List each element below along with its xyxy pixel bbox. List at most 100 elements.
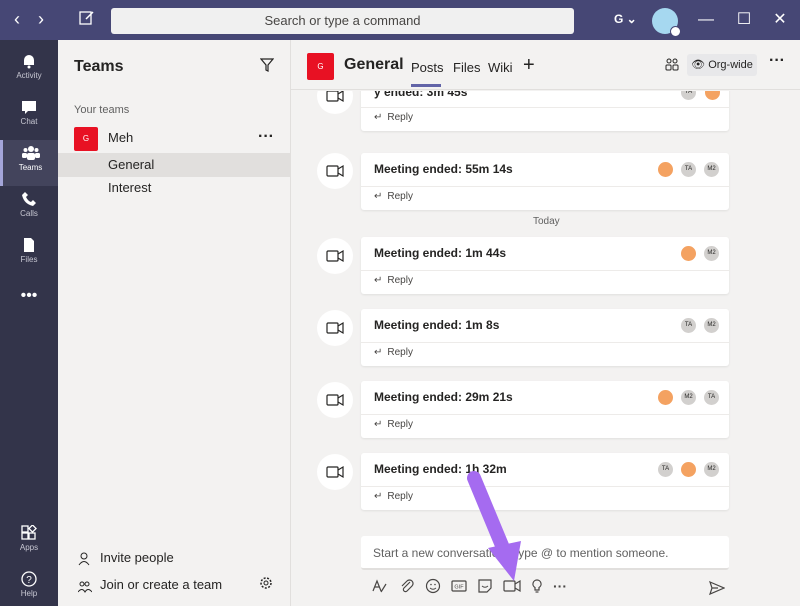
reply-button[interactable]: ↵ Reply — [374, 191, 413, 202]
reply-arrow-icon: ↵ — [374, 191, 383, 202]
reply-button[interactable]: ↵ Reply — [374, 491, 413, 502]
meeting-camera-icon — [317, 91, 353, 114]
phone-icon — [22, 192, 36, 206]
join-create-team-link[interactable]: Join or create a team — [77, 577, 223, 593]
reply-arrow-icon: ↵ — [374, 491, 383, 502]
conversation-feed: y ended: 3m 45s TA ↵ Reply Meeting ended:… — [291, 91, 800, 531]
team-name[interactable]: Meh — [108, 130, 133, 145]
participant-avatar-photo — [658, 390, 673, 405]
message-title: Meeting ended: 1m 44s — [374, 246, 507, 260]
more-options-icon[interactable]: ··· — [769, 52, 785, 70]
status-indicator-icon — [670, 26, 681, 37]
more-apps-button[interactable]: ••• — [0, 286, 58, 332]
more-tools-icon[interactable]: ··· — [553, 578, 571, 596]
app-chat[interactable]: Chat — [0, 94, 58, 140]
reply-button[interactable]: ↵ Reply — [374, 112, 413, 123]
meet-now-icon[interactable] — [503, 578, 521, 596]
meeting-camera-icon — [317, 310, 353, 346]
search-input[interactable]: Search or type a command — [111, 8, 574, 34]
gif-icon[interactable]: GIF — [451, 578, 469, 596]
meeting-camera-icon — [317, 153, 353, 189]
forward-arrow-icon[interactable]: › — [30, 8, 52, 32]
participant-avatar: TA — [681, 318, 696, 333]
message-card[interactable]: Meeting ended: 1m 44s M2 ↵ Reply — [361, 237, 729, 294]
panel-title: Teams — [74, 58, 124, 75]
team-more-options-icon[interactable]: ··· — [258, 128, 274, 146]
user-avatar[interactable] — [652, 8, 681, 37]
app-help[interactable]: ? Help — [0, 566, 58, 606]
tenant-switcher[interactable]: G ⌄ — [614, 12, 637, 26]
date-separator: Today — [533, 216, 560, 227]
meeting-camera-icon — [317, 454, 353, 490]
channel-title: General — [344, 56, 404, 73]
settings-gear-icon[interactable] — [258, 575, 274, 596]
svg-text:GIF: GIF — [454, 585, 464, 591]
filter-icon[interactable] — [259, 58, 275, 77]
app-files[interactable]: Files — [0, 232, 58, 278]
teams-panel: Teams Your teams G Meh ··· General Inter… — [58, 40, 291, 606]
reply-label: Reply — [387, 275, 413, 286]
emoji-icon[interactable] — [425, 578, 443, 596]
card-divider — [361, 107, 729, 108]
back-arrow-icon[interactable]: ‹ — [6, 8, 28, 32]
reply-button[interactable]: ↵ Reply — [374, 275, 413, 286]
bell-icon — [24, 55, 34, 69]
participant-avatar-photo — [705, 91, 720, 100]
message-card[interactable]: y ended: 3m 45s TA ↵ Reply — [361, 91, 729, 131]
compose-input[interactable]: Start a new conversation. Type @ to ment… — [361, 536, 729, 570]
meeting-camera-icon — [317, 382, 353, 418]
tab-wiki[interactable]: Wiki — [488, 60, 513, 75]
card-divider — [361, 270, 729, 271]
message-title: y ended: 3m 45s — [374, 91, 468, 99]
message-card[interactable]: Meeting ended: 1h 32m TA M2 ↵ Reply — [361, 453, 729, 510]
app-label: Chat — [20, 117, 38, 126]
orgwide-label: Org-wide — [708, 59, 753, 71]
team-members-icon[interactable] — [665, 57, 679, 76]
participant-avatar: M2 — [704, 462, 719, 477]
app-activity[interactable]: Activity — [0, 48, 58, 94]
tab-files[interactable]: Files — [453, 60, 480, 75]
message-title: Meeting ended: 1h 32m — [374, 462, 507, 476]
participant-avatar-photo — [681, 462, 696, 477]
app-calls[interactable]: Calls — [0, 186, 58, 232]
section-label: Your teams — [74, 104, 130, 116]
message-card[interactable]: Meeting ended: 1m 8s TA M2 ↵ Reply — [361, 309, 729, 366]
sticker-icon[interactable] — [477, 578, 495, 596]
compose-icon[interactable] — [78, 9, 100, 31]
reply-label: Reply — [387, 491, 413, 502]
org-wide-badge[interactable]: 👁 Org-wide — [687, 54, 757, 76]
format-icon[interactable] — [371, 578, 389, 596]
add-tab-icon[interactable]: + — [523, 54, 535, 77]
send-icon[interactable] — [709, 580, 726, 601]
message-title: Meeting ended: 1m 8s — [374, 318, 500, 332]
reply-label: Reply — [387, 347, 413, 358]
eye-icon: 👁 — [691, 59, 706, 71]
maximize-icon[interactable]: ☐ — [734, 10, 754, 30]
minimize-icon[interactable]: — — [696, 10, 716, 30]
channel-interest[interactable]: Interest — [58, 176, 290, 200]
card-divider — [361, 414, 729, 415]
app-label: Activity — [16, 71, 42, 80]
message-card[interactable]: Meeting ended: 55m 14s TA M2 ↵ Reply — [361, 153, 729, 210]
praise-icon[interactable] — [529, 578, 547, 596]
tab-posts[interactable]: Posts — [411, 60, 444, 75]
reply-button[interactable]: ↵ Reply — [374, 419, 413, 430]
participant-avatar: M2 — [704, 162, 719, 177]
reply-arrow-icon: ↵ — [374, 275, 383, 286]
attach-icon[interactable] — [399, 578, 417, 596]
meeting-camera-icon — [317, 238, 353, 274]
channel-general[interactable]: General — [58, 153, 290, 177]
close-icon[interactable]: ✕ — [770, 10, 790, 30]
participant-avatar: M2 — [704, 318, 719, 333]
invite-people-link[interactable]: Invite people — [78, 550, 174, 566]
app-label: Files — [20, 255, 38, 264]
app-teams[interactable]: Teams — [0, 140, 58, 186]
app-label: Calls — [20, 209, 38, 218]
team-avatar[interactable]: G — [74, 127, 98, 151]
reply-arrow-icon: ↵ — [374, 347, 383, 358]
message-card[interactable]: Meeting ended: 29m 21s M2 TA ↵ Reply — [361, 381, 729, 438]
reply-button[interactable]: ↵ Reply — [374, 347, 413, 358]
teams-icon — [21, 146, 40, 160]
app-apps[interactable]: Apps — [0, 520, 58, 566]
join-label: Join or create a team — [100, 577, 223, 592]
